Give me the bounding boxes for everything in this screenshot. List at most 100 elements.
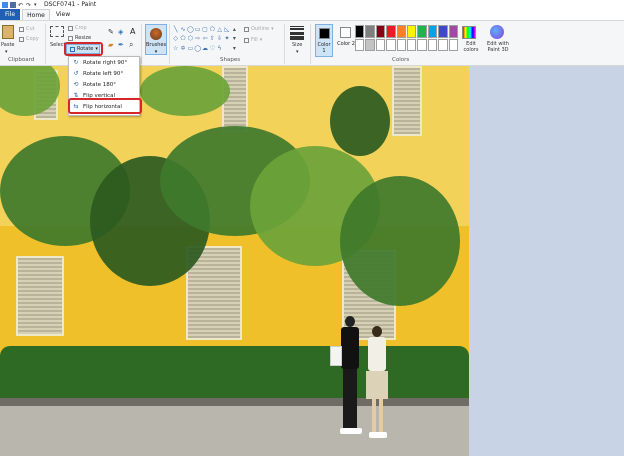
person-woman <box>364 326 390 438</box>
gallery-expand-icon[interactable]: ▾ <box>231 44 238 53</box>
paste-button[interactable]: Paste <box>1 42 15 48</box>
right-arrow-shape-icon[interactable]: ⇨ <box>194 34 201 43</box>
palette-swatch[interactable] <box>365 38 375 51</box>
group-separator <box>169 24 170 64</box>
tab-home[interactable]: Home <box>22 9 50 20</box>
select-icon[interactable] <box>50 26 64 37</box>
up-arrow-shape-icon[interactable]: ⇧ <box>209 34 216 43</box>
four-point-star-shape-icon[interactable]: ✦ <box>223 34 230 43</box>
menu-item-label: Rotate right 90° <box>83 59 128 66</box>
save-icon[interactable] <box>10 1 16 8</box>
group-label-shapes: Shapes <box>220 57 241 63</box>
pencil-icon[interactable]: ✎ <box>108 28 114 36</box>
palette-swatch[interactable] <box>396 25 406 38</box>
shapes-gallery[interactable]: ╲ ∿ ◯ ▭ ▢ ⬠ △ ◺ ▴ ◇ ⬠ ⬡ ⇨ ⇦ ⇧ ⇩ ✦ ▾ ☆ ✡ … <box>172 25 238 53</box>
menu-item-rotate-right[interactable]: ↻ Rotate right 90° <box>69 57 139 68</box>
lightning-shape-icon[interactable]: ϟ <box>216 44 223 53</box>
palette-swatch[interactable] <box>448 25 458 38</box>
redo-icon[interactable]: ↷ <box>26 2 32 9</box>
window-shutter <box>16 256 64 336</box>
palette-swatch[interactable] <box>406 38 417 51</box>
palette-swatch[interactable] <box>448 38 458 51</box>
down-arrow-shape-icon[interactable]: ⇩ <box>216 34 223 43</box>
fill-button[interactable]: Fill ▾ <box>244 37 262 43</box>
size-icon[interactable] <box>290 26 304 40</box>
outline-button[interactable]: Outline ▾ <box>244 26 274 32</box>
outline-icon <box>244 26 249 32</box>
polygon-shape-icon[interactable]: ⬠ <box>209 25 216 34</box>
cloud-callout-shape-icon[interactable]: ☁ <box>201 44 208 53</box>
window-shutter <box>392 66 422 136</box>
text-tool-icon[interactable]: A <box>130 27 135 36</box>
crop-button[interactable]: Crop <box>68 25 87 31</box>
menu-item-rotate-180[interactable]: ⟲ Rotate 180° <box>69 79 139 90</box>
palette-swatch[interactable] <box>375 38 386 51</box>
hexagon-shape-icon[interactable]: ⬡ <box>187 34 194 43</box>
rotate-right-icon: ↻ <box>73 59 79 66</box>
rounded-callout-shape-icon[interactable]: ▭ <box>187 44 194 53</box>
canvas-workspace[interactable] <box>0 66 624 456</box>
foliage <box>340 176 460 306</box>
resize-button[interactable]: Resize <box>68 35 91 41</box>
eraser-icon[interactable]: ▰ <box>108 41 113 49</box>
palette-swatch[interactable] <box>355 25 365 38</box>
magnifier-icon[interactable]: ⌕ <box>129 40 133 50</box>
brushes-label: Brushes <box>146 42 167 48</box>
canvas-image[interactable] <box>0 66 469 456</box>
palette-swatch[interactable] <box>417 38 427 51</box>
color-picker-icon[interactable]: ✒ <box>118 41 124 49</box>
line-shape-icon[interactable]: ╲ <box>172 25 179 34</box>
palette-swatch[interactable] <box>386 38 396 51</box>
cut-button[interactable]: Cut <box>19 26 35 32</box>
heart-shape-icon[interactable]: ♡ <box>209 44 216 53</box>
oval-callout-shape-icon[interactable]: ◯ <box>194 44 201 53</box>
palette-swatch[interactable] <box>406 25 417 38</box>
undo-icon[interactable]: ↶ <box>18 2 24 9</box>
six-point-star-shape-icon[interactable]: ✡ <box>179 44 186 53</box>
left-arrow-shape-icon[interactable]: ⇦ <box>201 34 208 43</box>
triangle-shape-icon[interactable]: △ <box>216 25 223 34</box>
five-point-star-shape-icon[interactable]: ☆ <box>172 44 179 53</box>
crop-icon <box>68 25 73 31</box>
copy-button[interactable]: Copy <box>19 36 39 42</box>
palette-swatch[interactable] <box>438 25 448 38</box>
person-man <box>330 316 362 438</box>
tab-view[interactable]: View <box>52 9 74 20</box>
edit-colors-button[interactable]: Edit colors <box>460 41 482 53</box>
paint3d-icon[interactable] <box>490 25 504 39</box>
size-button[interactable]: Size <box>292 42 302 48</box>
curve-shape-icon[interactable]: ∿ <box>179 25 186 34</box>
diamond-shape-icon[interactable]: ◇ <box>172 34 179 43</box>
palette-swatch[interactable] <box>396 38 406 51</box>
palette-swatch[interactable] <box>386 25 396 38</box>
right-triangle-shape-icon[interactable]: ◺ <box>223 25 230 34</box>
size-dropdown-icon[interactable]: ▾ <box>296 49 299 55</box>
color1-button[interactable]: Color 1 <box>315 24 333 57</box>
palette-swatch[interactable] <box>438 38 448 51</box>
brushes-button[interactable]: Brushes ▾ <box>145 24 167 55</box>
palette-swatch[interactable] <box>375 25 386 38</box>
oval-shape-icon[interactable]: ◯ <box>187 25 194 34</box>
edit-colors-icon[interactable] <box>462 26 476 39</box>
fill-icon[interactable]: ◈ <box>118 28 123 36</box>
palette-swatch[interactable] <box>427 38 438 51</box>
group-separator <box>284 24 285 64</box>
color1-swatch <box>319 28 330 39</box>
palette-swatch[interactable] <box>365 25 375 38</box>
blank-shape-icon[interactable] <box>223 44 230 53</box>
menu-item-rotate-left[interactable]: ↺ Rotate left 90° <box>69 68 139 79</box>
gallery-scroll-up-icon[interactable]: ▴ <box>231 25 238 34</box>
palette-swatch[interactable] <box>427 25 438 38</box>
palette-swatch[interactable] <box>355 38 365 51</box>
edit-with-paint3d-button[interactable]: Edit with Paint 3D <box>484 41 512 53</box>
gallery-scroll-down-icon[interactable]: ▾ <box>231 34 238 43</box>
rectangle-shape-icon[interactable]: ▭ <box>194 25 201 34</box>
color-palette[interactable] <box>355 25 458 51</box>
tab-file[interactable]: File <box>0 9 20 20</box>
paste-dropdown-icon[interactable]: ▾ <box>5 49 8 55</box>
paste-icon[interactable] <box>2 25 14 39</box>
pentagon-shape-icon[interactable]: ⬠ <box>179 34 186 43</box>
rounded-rect-shape-icon[interactable]: ▢ <box>201 25 208 34</box>
quick-access-dropdown-icon[interactable]: ▾ <box>34 2 40 8</box>
palette-swatch[interactable] <box>417 25 427 38</box>
